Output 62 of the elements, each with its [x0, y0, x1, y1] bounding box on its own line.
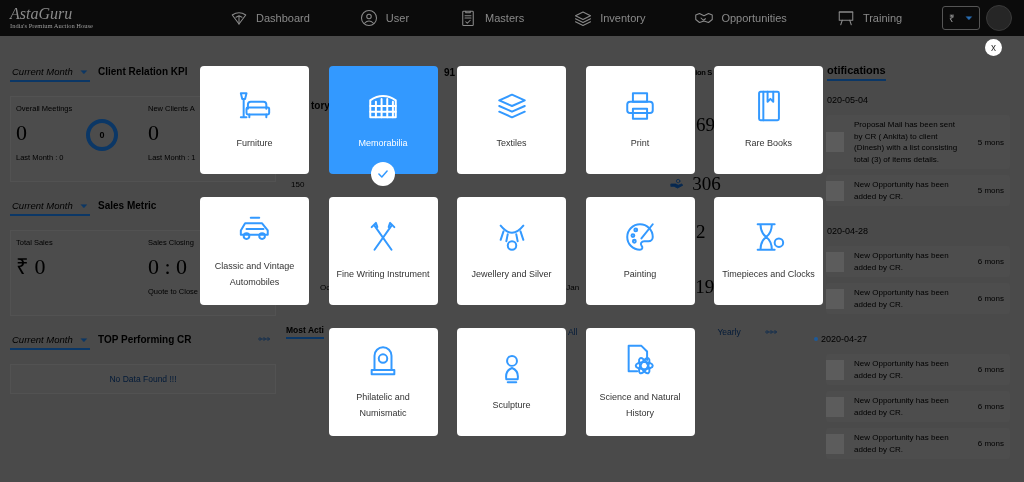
notification-time: 6 mons: [977, 365, 1004, 374]
close-button[interactable]: x: [985, 39, 1002, 56]
nav-item[interactable]: Opportunities: [695, 9, 787, 27]
currency-select[interactable]: ₹: [942, 6, 980, 30]
section-title: TOP Performing CR: [98, 334, 192, 347]
section-title: Sales Metric: [98, 200, 157, 213]
notification-time: 5 mons: [977, 186, 1004, 195]
section-title: Client Relation KPI: [98, 66, 188, 79]
notification-date: 020-04-28: [827, 226, 869, 236]
nav-item[interactable]: Masters: [459, 9, 525, 27]
caret-down-icon: [80, 335, 88, 344]
category-card[interactable]: Timepieces and Clocks: [714, 197, 823, 305]
layers-icon: [574, 9, 593, 27]
category-card[interactable]: Fine Writing Instrument: [328, 197, 438, 305]
stat-value: 2: [696, 224, 706, 240]
stat-value: 306: [692, 176, 721, 192]
panel-title: 91: [444, 67, 456, 78]
notification-time: 6 mons: [977, 439, 1004, 448]
metric-value: 0 : 0: [148, 254, 188, 280]
category-card[interactable]: Furniture: [200, 66, 309, 174]
category-card[interactable]: Rare Books: [714, 66, 823, 174]
notification-time: 6 mons: [977, 402, 1004, 411]
nav-item[interactable]: User: [359, 9, 410, 27]
metric-value: 0: [16, 120, 27, 146]
category-card[interactable]: Sculpture: [457, 328, 566, 436]
notification-time: 5 mons: [977, 137, 1004, 147]
notification-date: 020-05-04: [827, 95, 869, 105]
caret-down-icon: [965, 14, 973, 22]
check-icon: [375, 167, 390, 181]
user-icon: [359, 9, 378, 27]
category-card[interactable]: Print: [585, 66, 695, 174]
easel-icon: [836, 9, 855, 27]
axis-label: Jan: [566, 282, 580, 292]
notification-time: 6 mons: [977, 257, 1004, 266]
palette-icon: [623, 220, 657, 254]
axis-label: 150: [291, 179, 305, 189]
stat-value: 69: [696, 117, 715, 133]
category-card[interactable]: Jewellery and Silver: [457, 197, 566, 305]
category-card[interactable]: Classic and Vintage Automobiles: [200, 197, 309, 305]
notification-time: 6 mons: [977, 294, 1004, 303]
category-card[interactable]: Philatelic and Numismatic: [328, 328, 438, 436]
avatar[interactable]: [986, 5, 1012, 31]
stat-value: 19: [695, 279, 715, 295]
panel-title: otifications: [827, 64, 886, 81]
empty-message: No Data Found !!!: [109, 374, 177, 384]
hand-icon: [670, 177, 685, 191]
caret-down-icon: [80, 201, 88, 210]
progress-ring: 0: [86, 119, 118, 151]
notification-date: 2020-04-27: [821, 334, 868, 344]
category-card[interactable]: Textiles: [457, 66, 566, 174]
nav-item[interactable]: Dashboard: [230, 9, 310, 27]
category-card[interactable]: Science and Natural History: [585, 328, 695, 436]
nav-item[interactable]: Inventory: [574, 9, 646, 27]
gauge-icon: [230, 9, 248, 27]
metric-value: ₹ 0: [16, 254, 46, 280]
logo-text: AstaGuru: [10, 6, 74, 22]
category-card[interactable]: Painting: [585, 197, 695, 305]
nav-item[interactable]: Training: [836, 9, 903, 27]
caret-down-icon: [80, 67, 88, 76]
metric-value: 0: [148, 120, 159, 146]
printer-icon: [623, 89, 657, 123]
chart-title: tory: [311, 100, 330, 111]
